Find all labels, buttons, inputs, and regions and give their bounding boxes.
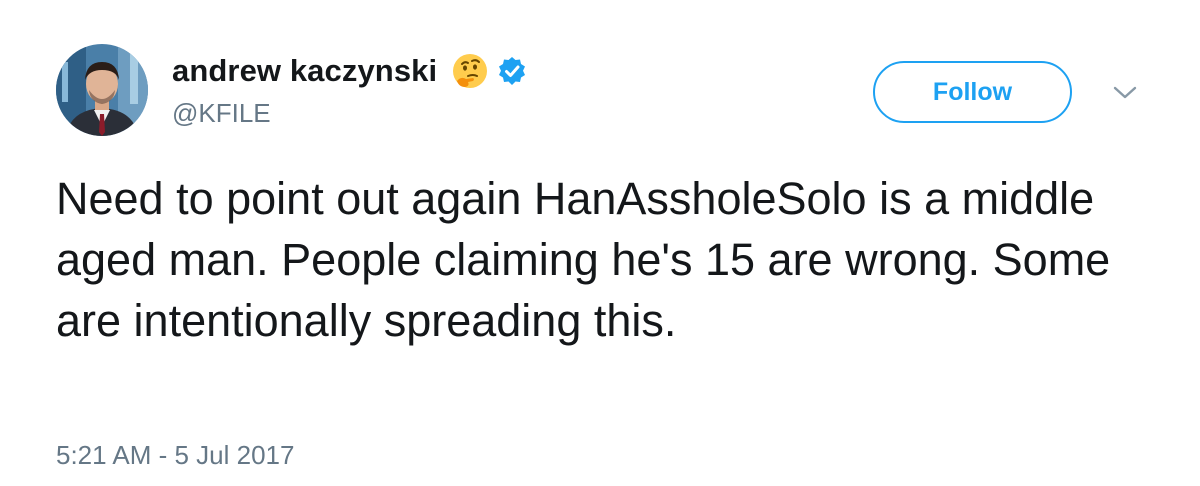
verified-badge-icon (497, 56, 527, 86)
follow-button[interactable]: Follow (873, 61, 1072, 123)
avatar[interactable] (56, 44, 148, 136)
tweet-timestamp[interactable]: 5:21 AM - 5 Jul 2017 (56, 440, 294, 471)
tweet-text: Need to point out again HanAssholeSolo i… (56, 173, 1111, 346)
author-name-row: andrew kaczynski (172, 48, 527, 94)
author-handle[interactable]: @KFILE (172, 98, 271, 129)
thinking-face-emoji-icon (451, 52, 489, 90)
display-name[interactable]: andrew kaczynski (172, 53, 437, 89)
tweet-card: andrew kaczynski @KFILE Follow Need to p… (0, 0, 1200, 486)
avatar-photo (56, 44, 148, 136)
chevron-down-icon[interactable] (1110, 80, 1140, 104)
